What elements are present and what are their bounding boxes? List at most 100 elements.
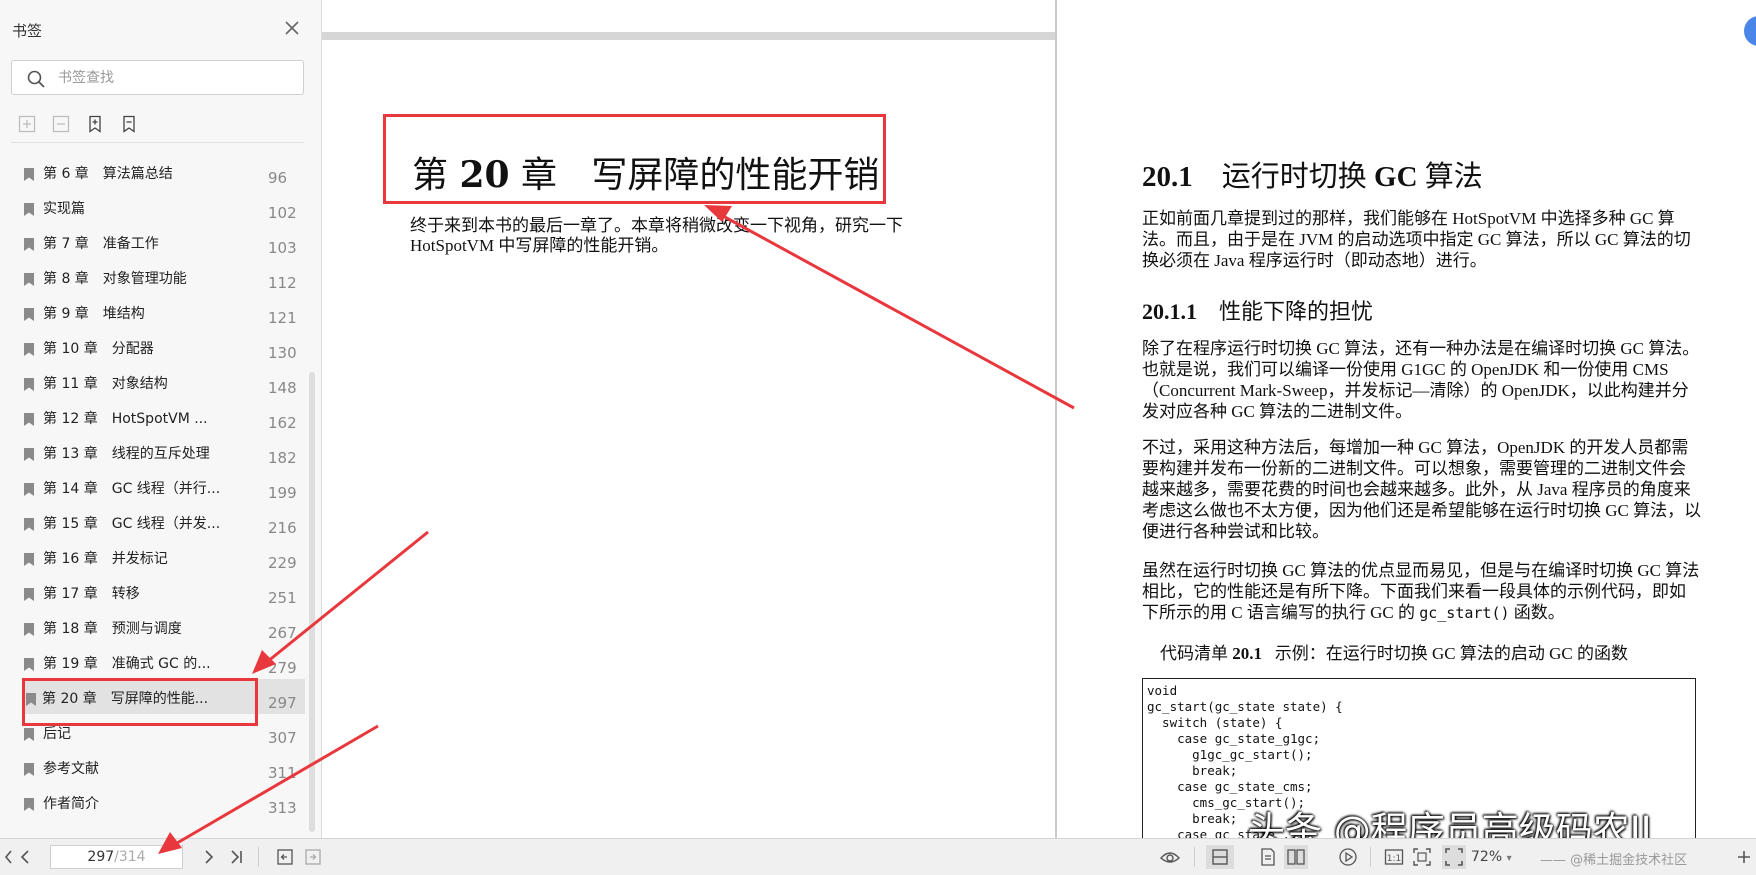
subsection-title-text: 性能下降的担忧 <box>1219 299 1374 324</box>
close-icon[interactable] <box>282 18 302 38</box>
bookmark-page-number: 267 <box>268 624 297 642</box>
inline-code: gc_start() <box>1419 604 1510 622</box>
bookmark-page-number: 96 <box>268 169 288 187</box>
bookmark-page-number: 216 <box>268 519 297 537</box>
page-number-field[interactable]: 297/314 <box>50 845 183 869</box>
bookmark-label: 第 10 章 分配器 <box>43 341 154 357</box>
bookmark-item[interactable]: 参考文献 311 <box>0 749 305 784</box>
fit-page-icon[interactable] <box>1410 845 1434 869</box>
status-bar: 297/314 1:1 72% ▾ —— @稀土掘金技术社区 <box>0 838 1756 875</box>
bookmark-icon <box>24 236 34 251</box>
bookmark-item[interactable]: 第 16 章 并发标记 229 <box>0 539 305 574</box>
bookmark-icon <box>24 761 34 776</box>
page-top-edge <box>322 32 1055 40</box>
go-forward-icon[interactable] <box>301 845 325 869</box>
bookmark-icon <box>24 446 34 461</box>
bookmark-search-input[interactable] <box>56 66 290 90</box>
bookmark-page-number: 229 <box>268 554 297 572</box>
bookmark-page-number: 102 <box>268 204 297 222</box>
bookmark-page-number: 297 <box>268 694 297 712</box>
bookmark-label: 第 15 章 GC 线程（并发... <box>43 516 221 532</box>
eye-icon[interactable] <box>1158 845 1182 869</box>
section-number: 20.1 <box>1142 161 1193 193</box>
bookmark-item[interactable]: 第 19 章 准确式 GC 的... 279 <box>0 644 305 679</box>
actual-size-icon[interactable]: 1:1 <box>1382 845 1406 869</box>
bookmark-page-number: 199 <box>268 484 297 502</box>
two-page-view-icon[interactable] <box>1284 845 1308 869</box>
bookmark-label: 第 18 章 预测与调度 <box>43 621 182 637</box>
bookmark-icon <box>24 551 34 566</box>
bookmark-page-number: 130 <box>268 344 297 362</box>
next-page-button[interactable] <box>196 845 220 869</box>
page-view-icon[interactable] <box>1256 845 1280 869</box>
fit-width-icon[interactable] <box>1442 845 1466 869</box>
go-back-icon[interactable] <box>273 845 297 869</box>
bookmark-page-number: 112 <box>268 274 297 292</box>
paragraph: 不过，采用这种方法后，每增加一种 GC 算法，OpenJDK 的开发人员都需要构… <box>1142 438 1702 541</box>
bookmark-page-number: 148 <box>268 379 297 397</box>
bookmark-label: 参考文献 <box>43 761 99 777</box>
bookmark-icon <box>24 621 34 636</box>
bookmark-page-number: 182 <box>268 449 297 467</box>
zoom-in-icon[interactable] <box>1732 845 1756 869</box>
bookmark-item[interactable]: 第 13 章 线程的互斥处理 182 <box>0 434 305 469</box>
bookmark-icon <box>24 726 34 741</box>
single-page-view-icon[interactable] <box>1206 845 1234 869</box>
bookmark-icon <box>24 411 34 426</box>
bookmark-toolbar <box>16 113 140 137</box>
bookmark-label: 第 13 章 线程的互斥处理 <box>43 446 210 462</box>
bookmark-page-number: 313 <box>268 799 297 817</box>
subsection-title: 20.1.1 性能下降的担忧 <box>1142 294 1373 326</box>
paragraph: 正如前面几章提到过的那样，我们能够在 HotSpotVM 中选择多种 GC 算法… <box>1142 209 1691 270</box>
bookmark-item[interactable]: 第 10 章 分配器 130 <box>0 329 305 364</box>
bookmark-label: 第 11 章 对象结构 <box>43 376 168 392</box>
chevron-down-icon: ▾ <box>1506 853 1512 864</box>
expand-all-icon[interactable] <box>16 113 38 135</box>
bookmark-label: 第 14 章 GC 线程（并行... <box>43 481 221 497</box>
last-page-button[interactable] <box>224 845 248 869</box>
listing-caption: 代码清单 20.1 示例：在运行时切换 GC 算法的启动 GC 的函数 <box>1160 644 1628 663</box>
divider <box>1370 847 1371 867</box>
zoom-level[interactable]: 72% ▾ <box>1471 849 1512 865</box>
previous-page-button[interactable] <box>14 845 38 869</box>
bookmark-label: 实现篇 <box>43 201 85 217</box>
divider <box>258 847 259 867</box>
bookmark-item[interactable]: 第 14 章 GC 线程（并行... 199 <box>0 469 305 504</box>
bookmark-item[interactable]: 第 18 章 预测与调度 267 <box>0 609 305 644</box>
paragraph: 除了在程序运行时切换 GC 算法，还有一种办法是在编译时切换 GC 算法。也就是… <box>1142 339 1700 421</box>
bookmark-item[interactable]: 第 15 章 GC 线程（并发... 216 <box>0 504 305 539</box>
bookmark-icon <box>24 481 34 496</box>
bookmark-item[interactable]: 第 6 章 算法篇总结 96 <box>0 154 305 189</box>
footer-watermark: —— @稀土掘金技术社区 <box>1540 853 1688 868</box>
bookmark-scrollbar[interactable] <box>309 372 315 832</box>
bookmark-page-number: 279 <box>268 659 297 677</box>
bookmark-search-box[interactable] <box>11 60 304 95</box>
bookmark-item[interactable]: 第 17 章 转移 251 <box>0 574 305 609</box>
highlight-box-bookmark <box>22 678 258 726</box>
bookmark-icon <box>24 516 34 531</box>
delete-bookmark-icon[interactable] <box>118 113 140 135</box>
section-title-part: 算法 <box>1424 161 1483 193</box>
bookmark-icon <box>24 166 34 181</box>
bookmark-item[interactable]: 第 9 章 堆结构 121 <box>0 294 305 329</box>
svg-text:1:1: 1:1 <box>1387 854 1401 864</box>
bookmark-item[interactable]: 第 8 章 对象管理功能 112 <box>0 259 305 294</box>
current-page: 297 <box>87 849 115 865</box>
bookmark-item[interactable]: 第 11 章 对象结构 148 <box>0 364 305 399</box>
bookmark-page-number: 121 <box>268 309 297 327</box>
divider <box>1194 847 1195 867</box>
bookmark-icon <box>24 656 34 671</box>
bookmark-item[interactable]: 实现篇 102 <box>0 189 305 224</box>
bookmark-icon <box>24 376 34 391</box>
add-bookmark-icon[interactable] <box>84 113 106 135</box>
bookmark-item[interactable]: 作者简介 313 <box>0 784 305 819</box>
search-icon <box>26 69 46 89</box>
paragraph: 虽然在运行时切换 GC 算法的优点显而易见，但是与在编译时切换 GC 算法相比，… <box>1142 561 1700 622</box>
collapse-all-icon[interactable] <box>50 113 72 135</box>
play-icon[interactable] <box>1336 845 1360 869</box>
bookmark-item[interactable]: 第 12 章 HotSpotVM ... 162 <box>0 399 305 434</box>
bookmark-icon <box>24 341 34 356</box>
bookmark-item[interactable]: 第 7 章 准备工作 103 <box>0 224 305 259</box>
bookmark-icon <box>24 796 34 811</box>
bookmark-label: 第 6 章 算法篇总结 <box>43 166 173 182</box>
